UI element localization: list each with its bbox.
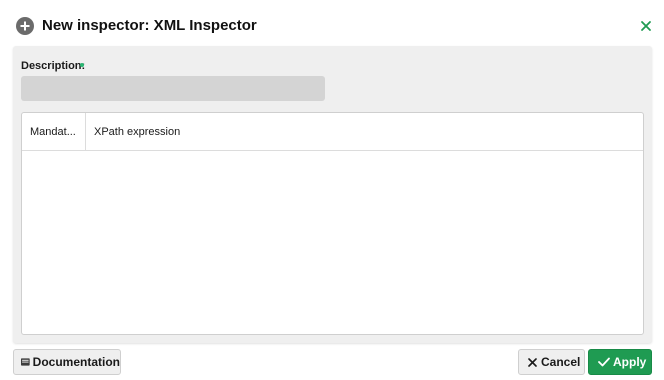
book-icon bbox=[21, 358, 30, 366]
check-icon bbox=[598, 357, 610, 367]
cancel-button[interactable]: Cancel bbox=[518, 349, 585, 375]
required-indicator bbox=[80, 63, 84, 67]
plus-circle-icon bbox=[16, 17, 34, 35]
column-header-mandatory[interactable]: Mandat... bbox=[22, 113, 86, 151]
x-icon bbox=[528, 357, 537, 367]
description-input[interactable] bbox=[21, 76, 325, 101]
apply-button[interactable]: Apply bbox=[588, 349, 652, 375]
description-label: Description: bbox=[21, 60, 86, 72]
xpath-grid: Mandat... XPath expression bbox=[21, 112, 644, 335]
documentation-button[interactable]: Documentation bbox=[13, 349, 121, 375]
apply-label: Apply bbox=[613, 355, 647, 369]
dialog-title: New inspector: XML Inspector bbox=[42, 17, 257, 34]
documentation-label: Documentation bbox=[32, 355, 120, 369]
column-header-xpath[interactable]: XPath expression bbox=[86, 113, 180, 151]
close-icon[interactable] bbox=[638, 18, 654, 34]
grid-header: Mandat... XPath expression bbox=[22, 113, 643, 151]
dialog-header: New inspector: XML Inspector bbox=[0, 0, 664, 46]
cancel-label: Cancel bbox=[541, 355, 581, 369]
